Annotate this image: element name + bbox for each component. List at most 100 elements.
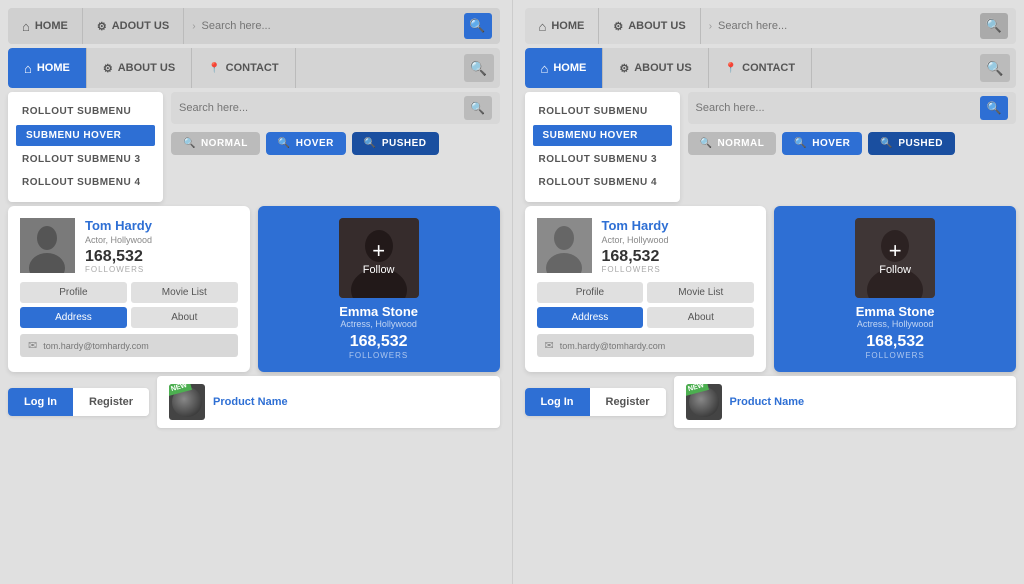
right-login-button[interactable]: Log In: [525, 388, 590, 416]
left-primary-search-button[interactable]: 🔍: [464, 54, 494, 82]
search-icon-pushed: 🔍: [364, 138, 377, 149]
right-gear-icon: [613, 20, 623, 33]
right-top-nav-about[interactable]: ABOUT US: [599, 8, 700, 44]
left-follow-name: Emma Stone: [339, 304, 418, 319]
right-primary-nav-contact[interactable]: 📍 CONTACT: [709, 48, 812, 88]
left-btn-pushed[interactable]: 🔍 PUSHED: [352, 132, 439, 155]
right-follow-overlay[interactable]: + Follow: [855, 218, 935, 298]
left-primary-nav-contact[interactable]: 📍 CONTACT: [192, 48, 295, 88]
right-dropdown-item-hover[interactable]: SUBMENU HOVER: [533, 125, 672, 146]
right-home-icon: [539, 19, 547, 34]
btn-hover-label: HOVER: [296, 138, 334, 149]
left-followers-label: FOLLOWERS: [85, 265, 238, 274]
right-home-label: HOME: [551, 20, 584, 32]
right-follow-text-label: Follow: [879, 264, 911, 276]
left-follow-overlay[interactable]: + Follow: [339, 218, 419, 298]
right-profile-btn[interactable]: Profile: [537, 282, 644, 303]
left-follow-count: 168,532: [350, 333, 408, 351]
right-address-btn[interactable]: Address: [537, 307, 644, 328]
left-primary-nav-about[interactable]: ABOUT US: [87, 48, 192, 88]
right-btn-pushed-label: PUSHED: [898, 138, 943, 149]
left-about-btn[interactable]: About: [131, 307, 238, 328]
right-tom-avatar: [537, 218, 592, 273]
right-follow-subtitle: Actress, Hollywood: [857, 319, 934, 329]
left-profile-card: Tom Hardy Actor, Hollywood 168,532 FOLLO…: [8, 206, 250, 372]
left-follow-card: + Follow Emma Stone Actress, Hollywood 1…: [258, 206, 500, 372]
left-tom-avatar: [20, 218, 75, 273]
right-about-btn[interactable]: About: [647, 307, 754, 328]
left-register-button[interactable]: Register: [73, 388, 149, 416]
right-dropdown-item-1[interactable]: ROLLOUT SUBMENU: [525, 100, 680, 123]
left-top-nav-about[interactable]: ADOUT US: [83, 8, 184, 44]
right-search-arrow-icon: ›: [709, 21, 712, 32]
left-dropdown-item-4[interactable]: ROLLOUT SUBMENU 4: [8, 171, 163, 194]
right-home-primary-label: HOME: [553, 62, 586, 74]
about-primary-label: ABOUT US: [118, 62, 175, 74]
left-profile-email: tom.hardy@tomhardy.com: [43, 341, 149, 351]
right-primary-nav-about[interactable]: ABOUT US: [603, 48, 708, 88]
follow-text-label: Follow: [363, 264, 395, 276]
left-login-button[interactable]: Log In: [8, 388, 73, 416]
right-movie-btn[interactable]: Movie List: [647, 282, 754, 303]
left-btn-normal[interactable]: 🔍 NORMAL: [171, 132, 260, 155]
right-profile-top: Tom Hardy Actor, Hollywood 168,532 FOLLO…: [537, 218, 755, 274]
right-register-button[interactable]: Register: [590, 388, 666, 416]
right-top-search-input[interactable]: [718, 20, 974, 32]
right-profile-card: Tom Hardy Actor, Hollywood 168,532 FOLLO…: [525, 206, 767, 372]
left-profile-title: Actor, Hollywood: [85, 235, 238, 245]
left-top-nav-home[interactable]: HOME: [8, 8, 83, 44]
right-search-input[interactable]: [696, 102, 975, 114]
right-top-search-button[interactable]: 🔍: [980, 13, 1008, 39]
right-search-bar-button[interactable]: 🔍: [980, 96, 1008, 120]
left-follow-subtitle: Actress, Hollywood: [340, 319, 417, 329]
left-product-name: Product Name: [213, 396, 288, 408]
follow-plus-icon: +: [372, 240, 385, 262]
left-btn-hover[interactable]: 🔍 HOVER: [266, 132, 346, 155]
right-follow-count: 168,532: [866, 333, 924, 351]
right-avatar-svg: [537, 218, 592, 273]
left-primary-nav-home[interactable]: HOME: [8, 48, 87, 88]
right-top-nav-home[interactable]: HOME: [525, 8, 600, 44]
right-follow-card: + Follow Emma Stone Actress, Hollywood 1…: [774, 206, 1016, 372]
right-profile-email: tom.hardy@tomhardy.com: [560, 341, 666, 351]
right-primary-search-button[interactable]: 🔍: [980, 54, 1010, 82]
right-dropdown-section: ROLLOUT SUBMENU SUBMENU HOVER ROLLOUT SU…: [525, 92, 1017, 202]
right-search-icon-pushed: 🔍: [880, 138, 893, 149]
btn-normal-label: NORMAL: [201, 138, 248, 149]
right-btn-pushed[interactable]: 🔍 PUSHED: [868, 132, 955, 155]
right-dropdown-item-3[interactable]: ROLLOUT SUBMENU 3: [525, 148, 680, 171]
left-address-btn[interactable]: Address: [20, 307, 127, 328]
left-top-search-button[interactable]: 🔍: [464, 13, 492, 39]
left-profile-btn[interactable]: Profile: [20, 282, 127, 303]
left-dropdown-item-hover[interactable]: SUBMENU HOVER: [16, 125, 155, 146]
right-follow-plus-icon: +: [889, 240, 902, 262]
right-btn-hover-label: HOVER: [812, 138, 850, 149]
left-top-search-input[interactable]: [202, 20, 458, 32]
left-dropdown-item-3[interactable]: ROLLOUT SUBMENU 3: [8, 148, 163, 171]
left-follow-avatar: + Follow: [339, 218, 419, 298]
left-dropdown-item-1[interactable]: ROLLOUT SUBMENU: [8, 100, 163, 123]
right-search-icon-normal: 🔍: [700, 138, 713, 149]
right-envelope-icon: ✉: [545, 339, 554, 352]
right-follow-avatar: + Follow: [855, 218, 935, 298]
btn-pushed-label: PUSHED: [382, 138, 427, 149]
left-search-buttons-area: 🔍 🔍 NORMAL 🔍 HOVER 🔍 PUSHED: [171, 92, 500, 202]
left-search-bar-button[interactable]: 🔍: [464, 96, 492, 120]
right-dropdown-item-4[interactable]: ROLLOUT SUBMENU 4: [525, 171, 680, 194]
home-primary-label: HOME: [37, 62, 70, 74]
search-icon-hover: 🔍: [278, 138, 291, 149]
right-primary-nav-home[interactable]: HOME: [525, 48, 604, 88]
left-profile-actions: Profile Movie List Address About: [20, 282, 238, 328]
right-product-name: Product Name: [730, 396, 805, 408]
right-dropdown-menu: ROLLOUT SUBMENU SUBMENU HOVER ROLLOUT SU…: [525, 92, 680, 202]
left-product-card: NEW Product Name: [157, 376, 499, 428]
right-profile-title: Actor, Hollywood: [602, 235, 755, 245]
left-follow-label: FOLLOWERS: [349, 351, 408, 360]
right-profile-actions: Profile Movie List Address About: [537, 282, 755, 328]
right-btn-normal[interactable]: 🔍 NORMAL: [688, 132, 777, 155]
home-icon: [22, 19, 30, 34]
left-movie-btn[interactable]: Movie List: [131, 282, 238, 303]
right-btn-hover[interactable]: 🔍 HOVER: [782, 132, 862, 155]
left-search-input[interactable]: [179, 102, 458, 114]
right-button-row: 🔍 NORMAL 🔍 HOVER 🔍 PUSHED: [688, 132, 1017, 155]
